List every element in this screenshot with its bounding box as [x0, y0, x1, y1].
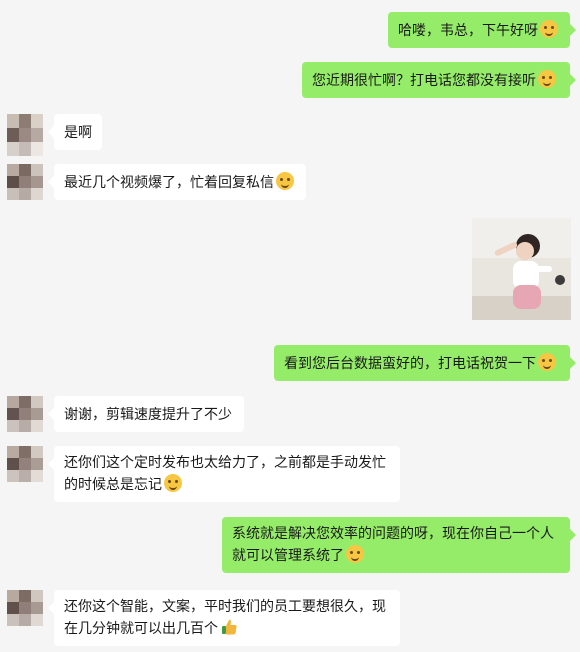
thumbs-up-icon [222, 619, 237, 635]
image-message[interactable] [472, 218, 571, 320]
smile-emoji-icon [540, 20, 558, 38]
message-bubble-outgoing[interactable]: 您近期很忙啊？打电话您都没有接听 [302, 62, 576, 98]
avatar[interactable] [7, 164, 43, 200]
message-bubble-incoming[interactable]: 是啊 [48, 114, 102, 150]
message-bubble-outgoing[interactable]: 哈喽，韦总，下午好呀 [388, 12, 576, 48]
message-text: 哈喽，韦总，下午好呀 [398, 23, 538, 39]
message-text: 看到您后台数据蛮好的，打电话祝贺一下 [284, 356, 536, 372]
message-text: 谢谢，剪辑速度提升了不少 [64, 407, 232, 423]
message-bubble-outgoing[interactable]: 看到您后台数据蛮好的，打电话祝贺一下 [274, 345, 576, 381]
message-text: 您近期很忙啊？打电话您都没有接听 [312, 73, 536, 89]
grin-emoji-icon [346, 545, 364, 563]
message-text: 是啊 [64, 125, 92, 141]
message-text: 系统就是解决您效率的问题的呀，现在你自己一个人就可以管理系统了 [232, 526, 554, 564]
avatar[interactable] [7, 114, 43, 156]
smile-emoji-icon [538, 353, 556, 371]
message-bubble-incoming[interactable]: 还你这个智能，文案，平时我们的员工要想很久，现在几分钟就可以出几百个 [48, 590, 400, 646]
wink-emoji-icon [276, 172, 294, 190]
avatar[interactable] [7, 590, 43, 626]
message-text: 还你们这个定时发布也太给力了，之前都是手动发忙的时候总是忘记 [64, 455, 386, 493]
message-text: 最近几个视频爆了，忙着回复私信 [64, 175, 274, 191]
message-bubble-incoming[interactable]: 还你们这个定时发布也太给力了，之前都是手动发忙的时候总是忘记 [48, 446, 400, 502]
avatar[interactable] [7, 396, 43, 432]
message-bubble-outgoing[interactable]: 系统就是解决您效率的问题的呀，现在你自己一个人就可以管理系统了 [222, 517, 576, 573]
wink-emoji-icon [164, 474, 182, 492]
avatar[interactable] [7, 446, 43, 482]
message-bubble-incoming[interactable]: 最近几个视频爆了，忙着回复私信 [48, 164, 306, 200]
laughing-emoji-icon [538, 70, 556, 88]
message-bubble-incoming[interactable]: 谢谢，剪辑速度提升了不少 [48, 396, 244, 432]
photo-of-child [472, 218, 571, 320]
